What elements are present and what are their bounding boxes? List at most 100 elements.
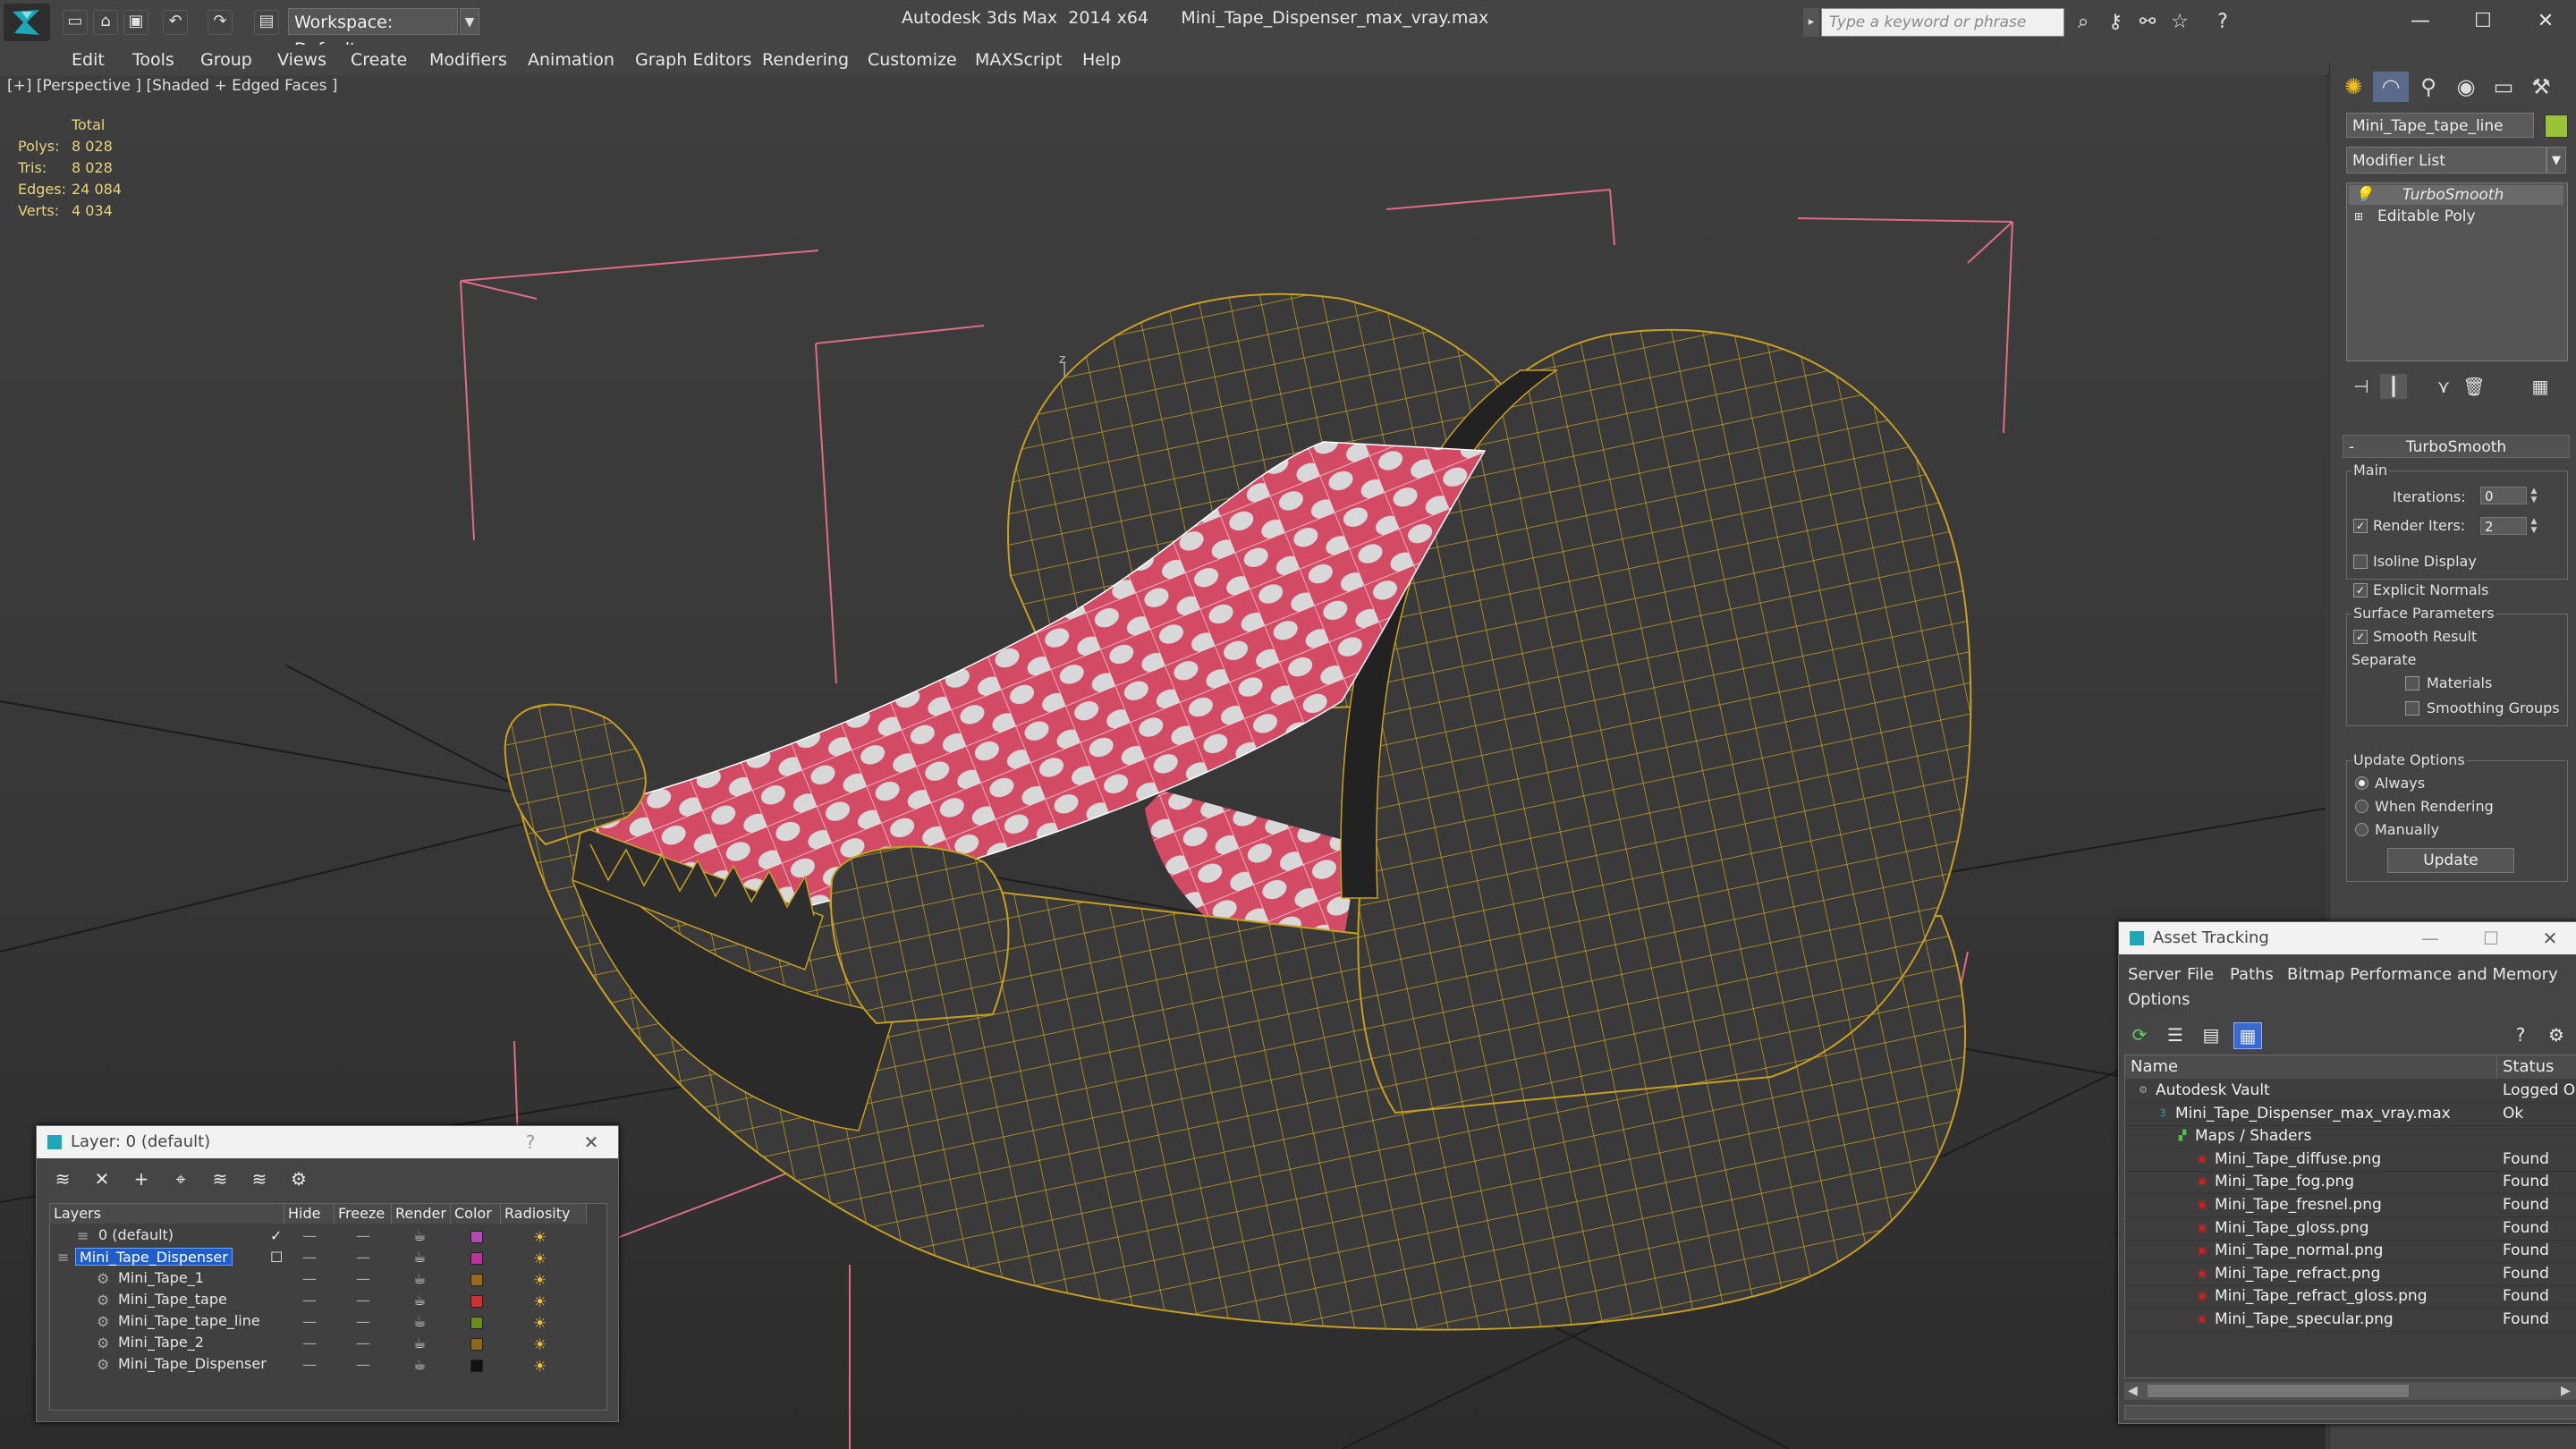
radiosity-icon[interactable]: ☀ [533,1313,547,1335]
stack-item-editable-poly[interactable]: ⊞ Editable Poly [2349,207,2563,226]
layer-row[interactable]: ≡ 0 (default) — — ☕ ☀ ✓ [50,1225,587,1247]
chevron-down-icon[interactable]: ▼ [2546,147,2566,174]
asset-row[interactable]: ▣ Mini_Tape_fog.png Found [2125,1171,2576,1195]
close-icon[interactable]: ✕ [2519,4,2572,39]
freeze-toggle[interactable]: — [356,1268,370,1290]
asset-row[interactable]: ▣ Mini_Tape_refract_gloss.png Found [2125,1285,2576,1309]
create-tab-sun-icon[interactable]: ✺ [2335,72,2371,102]
hide-toggle[interactable]: — [302,1247,317,1268]
minimize-icon[interactable]: — [2412,922,2448,954]
update-button[interactable]: Update [2387,848,2514,873]
smoothing-groups-checkbox[interactable] [2405,701,2419,716]
menu-views[interactable]: Views [277,45,326,75]
menu-file[interactable]: File [2187,965,2214,984]
menu-edit[interactable]: Edit [72,45,105,75]
radiosity-icon[interactable]: ☀ [533,1335,547,1356]
render-teapot-icon[interactable]: ☕ [413,1333,426,1354]
asset-row[interactable]: 3 Mini_Tape_Dispenser_max_vray.max Ok [2125,1103,2576,1126]
open-file-icon[interactable]: ⌂ [93,10,118,35]
freeze-toggle[interactable]: — [356,1290,370,1311]
hierarchy-tab-icon[interactable]: ⚲ [2411,72,2446,102]
render-teapot-icon[interactable]: ☕ [413,1311,426,1333]
project-folder-icon[interactable]: ▤ [254,10,279,35]
minimize-icon[interactable]: — [2394,4,2447,39]
layer-name[interactable]: Mini_Tape_2 [114,1334,208,1352]
column-header-freeze[interactable]: Freeze [335,1204,392,1224]
menu-bitmap-performance[interactable]: Bitmap Performance and Memory [2287,965,2558,984]
spinner-arrows-icon[interactable]: ▲ ▼ [2529,487,2539,504]
layer-row[interactable]: ⚙ Mini_Tape_tape_line — — ☕ ☀ [50,1311,587,1333]
layer-color-swatch[interactable] [470,1252,483,1265]
render-teapot-icon[interactable]: ☕ [413,1268,426,1290]
layer-name[interactable]: Mini_Tape_tape [114,1291,231,1309]
always-radio[interactable] [2355,776,2368,790]
save-icon[interactable]: ▣ [123,10,148,35]
layer-settings-icon[interactable]: ≋ [49,1167,76,1191]
materials-checkbox[interactable] [2405,676,2419,691]
asset-row[interactable]: ▣ Mini_Tape_normal.png Found [2125,1240,2576,1264]
help-icon[interactable]: ? [2209,9,2236,36]
hide-toggle[interactable]: — [302,1311,317,1333]
display-tab-icon[interactable]: ▭ [2486,72,2521,102]
modify-tab-icon[interactable]: ◠ [2373,72,2409,102]
stack-item-turbosmooth[interactable]: 💡 TurboSmooth [2349,185,2563,205]
list-view-icon[interactable]: ☰ [2162,1022,2189,1047]
explicit-normals-checkbox[interactable]: ✓ [2353,583,2368,597]
undo-icon[interactable]: ↶ [163,10,188,35]
menu-server[interactable]: Server [2128,965,2181,984]
asset-row[interactable]: ▣ Mini_Tape_refract.png Found [2125,1263,2576,1286]
hide-toggle[interactable]: — [302,1333,317,1354]
asset-row[interactable]: ▣ Mini_Tape_gloss.png Found [2125,1217,2576,1241]
maximize-icon[interactable]: ☐ [2473,922,2509,954]
radiosity-icon[interactable]: ☀ [533,1270,547,1292]
menu-group[interactable]: Group [200,45,252,75]
column-header-color[interactable]: Color [451,1204,501,1224]
layer-color-swatch[interactable] [470,1360,483,1372]
maximize-icon[interactable]: ☐ [2456,4,2510,39]
redo-icon[interactable]: ↷ [208,10,233,35]
settings-icon[interactable]: ⚙ [2543,1022,2570,1047]
spinner-arrows-icon[interactable]: ▲ ▼ [2529,517,2539,535]
menu-paths[interactable]: Paths [2230,965,2274,984]
menu-modifiers[interactable]: Modifiers [429,45,507,75]
menu-create[interactable]: Create [351,45,407,75]
render-teapot-icon[interactable]: ☕ [413,1225,426,1247]
scroll-left-icon[interactable]: ◀ [2128,1382,2138,1400]
layer-name[interactable]: 0 (default) [95,1226,177,1244]
horizontal-scrollbar[interactable]: ◀ ▶ [2124,1382,2576,1400]
workspace-select[interactable]: Workspace: Default [288,8,458,59]
refresh-icon[interactable]: ⟳ [2126,1022,2153,1047]
remove-modifier-icon[interactable]: 🗑 [2461,374,2487,399]
pin-stack-icon[interactable]: ⊣ [2348,374,2375,399]
object-name-field[interactable]: Mini_Tape_tape_line [2346,113,2534,138]
close-icon[interactable]: ✕ [2532,922,2568,954]
help-icon[interactable]: ? [513,1126,548,1158]
radiosity-icon[interactable]: ☀ [533,1227,547,1249]
highlight-layer-icon[interactable]: ≋ [207,1167,233,1191]
new-file-icon[interactable]: ▭ [63,10,88,35]
motion-tab-icon[interactable]: ◉ [2448,72,2484,102]
hide-toggle[interactable]: — [302,1225,317,1247]
binoculars-icon[interactable]: ⌕ [2070,9,2097,36]
key-icon[interactable]: ⚷ [2102,9,2129,36]
hide-all-icon[interactable]: ≋ [246,1167,273,1191]
select-objects-icon[interactable]: ⌖ [167,1167,194,1191]
grid-view-icon[interactable]: ▦ [2233,1022,2262,1049]
manually-radio[interactable] [2355,823,2368,836]
column-header-hide[interactable]: Hide [284,1204,335,1224]
hide-toggle[interactable]: — [302,1268,317,1290]
menu-graph-editors[interactable]: Graph Editors [635,45,751,75]
set-current-layer-icon[interactable]: ☐ [270,1247,283,1268]
expand-plus-icon[interactable]: ⊞ [2354,207,2363,226]
table-view-icon[interactable]: ▤ [2198,1022,2224,1047]
close-icon[interactable]: ✕ [573,1126,609,1158]
asset-row[interactable]: ▣ Mini_Tape_diffuse.png Found [2125,1148,2576,1172]
layer-row[interactable]: ⚙ Mini_Tape_Dispenser — — ☕ ☀ [50,1354,587,1376]
asset-row[interactable]: ▞ Maps / Shaders [2125,1125,2576,1149]
render-teapot-icon[interactable]: ☕ [413,1247,426,1268]
menu-customize[interactable]: Customize [868,45,957,75]
viewport-label[interactable]: [+] [Perspective ] [Shaded + Edged Faces… [7,77,337,95]
layer-name[interactable]: Mini_Tape_1 [114,1269,208,1287]
lightbulb-icon[interactable]: 💡 [2354,185,2373,205]
show-end-result-icon[interactable]: ┃ [2380,374,2407,399]
